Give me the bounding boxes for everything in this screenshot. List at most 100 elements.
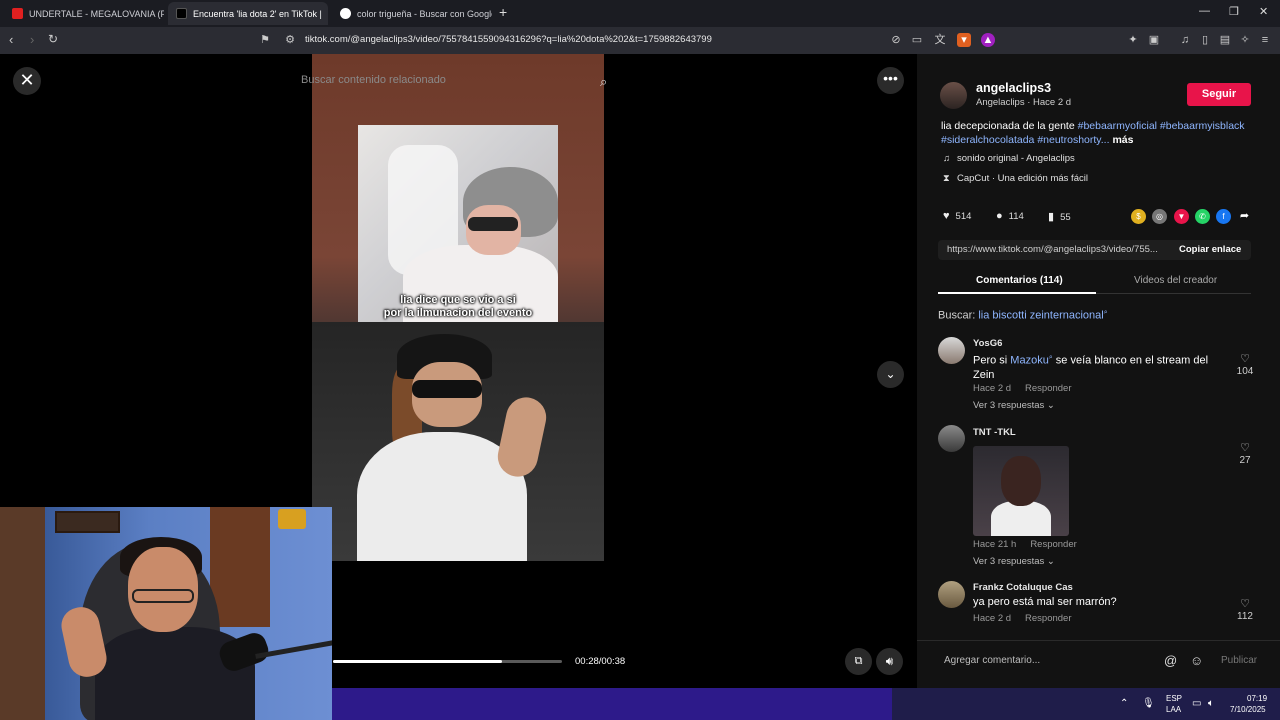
tab-google[interactable]: color trigueña - Buscar con Google <box>332 2 492 25</box>
video-progress-bar[interactable] <box>333 660 562 663</box>
comment-avatar[interactable] <box>938 425 965 452</box>
tab-undertale[interactable]: UNDERTALE - MEGALOVANIA (Pegbc <box>4 2 164 25</box>
hashtag-link[interactable]: #bebaarmyoficial <box>1078 120 1157 132</box>
share-embed-icon[interactable]: ◎ <box>1152 209 1167 224</box>
minimize-button[interactable]: — <box>1199 5 1210 17</box>
wallet-icon[interactable]: ▤ <box>1218 33 1232 47</box>
network-icon[interactable]: ▭ <box>1192 698 1201 709</box>
back-icon[interactable]: ‹ <box>9 32 13 47</box>
author-username[interactable]: angelaclips3 <box>976 81 1051 95</box>
comment-like-button[interactable]: ♡ 112 <box>1233 597 1257 622</box>
share-arrow-icon[interactable]: ➦ <box>1237 209 1252 224</box>
facebook-icon[interactable]: f <box>1216 209 1231 224</box>
comment-stat[interactable]: ● 114 <box>996 210 1024 222</box>
hashtag-link[interactable]: #bebaarmyisblack <box>1160 120 1245 132</box>
comment-avatar[interactable] <box>938 581 965 608</box>
translate-icon[interactable]: 文 <box>933 33 947 47</box>
pip-icon[interactable]: ⧉ <box>845 648 872 675</box>
comment-author[interactable]: TNT -TKL <box>973 427 1016 438</box>
comment-author[interactable]: YosG6 <box>973 338 1002 349</box>
video-subtitle-line2: por la ilmunacion del evento <box>383 307 533 319</box>
ai-icon[interactable]: ✧ <box>1238 33 1252 47</box>
comment-like-button[interactable]: ♡ 27 <box>1233 441 1257 466</box>
search-small-icon: ⌕ <box>1103 309 1108 316</box>
search-icon[interactable]: ⌕ <box>600 74 607 90</box>
close-video-button[interactable]: ✕ <box>13 67 41 95</box>
view-replies-button[interactable]: Ver 3 respuestas ⌄ <box>973 400 1055 411</box>
volume-icon[interactable]: 🔊︎ <box>876 648 903 675</box>
share-send-icon[interactable]: ▼ <box>1174 209 1189 224</box>
next-video-button[interactable]: ⌄ <box>877 361 904 388</box>
tab-tiktok[interactable]: Encuentra 'lia dota 2' en TikTok | ✕ <box>168 2 328 25</box>
view-replies-button[interactable]: Ver 3 respuestas ⌄ <box>973 556 1055 567</box>
sound-row[interactable]: ♫ sonido original - Angelaclips <box>943 153 1075 164</box>
address-bar: ‹ › ↻ ⚑ ⚙ tiktok.com/@angelaclips3/video… <box>0 27 1280 54</box>
tab-title: Encuentra 'lia dota 2' en TikTok | <box>193 8 322 19</box>
reply-button[interactable]: Responder <box>1030 539 1076 550</box>
new-tab-button[interactable]: + <box>499 4 507 20</box>
comment-like-count: 27 <box>1239 455 1251 466</box>
comment-text: ya pero está mal ser marrón? <box>973 596 1117 608</box>
brave-shield-icon[interactable]: ▾ <box>957 33 971 47</box>
comment-input[interactable]: Agregar comentario... <box>944 655 1040 666</box>
url-field[interactable]: tiktok.com/@angelaclips3/video/755784155… <box>305 34 712 45</box>
lang-layout[interactable]: LAA <box>1166 705 1181 714</box>
lang-code[interactable]: ESP <box>1166 694 1182 703</box>
share-coin-icon[interactable]: $ <box>1131 209 1146 224</box>
close-tab-icon[interactable]: ✕ <box>322 7 328 20</box>
post-comment-button[interactable]: Publicar <box>1221 655 1257 666</box>
maximize-button[interactable]: ❐ <box>1229 5 1239 18</box>
bookmark-icon[interactable]: ⚑ <box>258 33 272 47</box>
rewards-icon[interactable]: ▲ <box>981 33 995 47</box>
mention-link[interactable]: Mazoku <box>1010 355 1049 367</box>
search-query-link[interactable]: lia biscotti zeinternacional <box>978 310 1103 322</box>
like-stat[interactable]: ♥ 514 <box>943 210 971 222</box>
tab-comments[interactable]: Comentarios (114) <box>976 275 1063 286</box>
follow-button[interactable]: Seguir <box>1187 83 1251 106</box>
capcut-label: CapCut · Una edición más fácil <box>957 173 1088 184</box>
clock-time[interactable]: 07:19 <box>1247 694 1267 703</box>
webcam-overlay <box>0 507 332 720</box>
mention-icon[interactable]: @ <box>1164 653 1177 668</box>
hashtag-link[interactable]: #neutroshorty... <box>1037 134 1109 146</box>
more-options-button[interactable]: ••• <box>877 67 904 94</box>
tab-creator-videos[interactable]: Videos del creador <box>1134 275 1217 286</box>
site-info-icon[interactable]: ⚙ <box>283 33 297 47</box>
hashtag-link[interactable]: #sideralchocolatada <box>941 134 1034 146</box>
comment-author[interactable]: Frankz Cotaluque Cas <box>973 582 1073 593</box>
video-link[interactable]: https://www.tiktok.com/@angelaclips3/vid… <box>947 244 1158 255</box>
comment-like-count: 112 <box>1237 611 1253 622</box>
whatsapp-icon[interactable]: ✆ <box>1195 209 1210 224</box>
extensions-icon[interactable]: ✦ <box>1126 33 1140 47</box>
save-stat[interactable]: ▮ 55 <box>1048 210 1071 223</box>
screenshot-icon[interactable]: ▣ <box>1147 33 1161 47</box>
capcut-row[interactable]: ⧗ CapCut · Una edición más fácil <box>943 173 1088 184</box>
related-search-input[interactable]: Buscar contenido relacionado <box>301 74 446 86</box>
author-avatar[interactable] <box>940 82 967 109</box>
search-suggestion[interactable]: Buscar: lia biscotti zeinternacional⌕ <box>938 309 1108 322</box>
show-more-link[interactable]: más <box>1112 134 1133 146</box>
reply-button[interactable]: Responder <box>1025 613 1071 624</box>
music-icon[interactable]: ♫ <box>1178 33 1192 47</box>
copy-link-button[interactable]: Copiar enlace <box>1179 244 1241 255</box>
reload-icon[interactable]: ↻ <box>48 32 58 46</box>
microphone-icon[interactable]: 🎙︎ <box>1142 698 1155 709</box>
close-window-button[interactable]: ✕ <box>1259 5 1268 18</box>
video-time: 00:28/00:38 <box>575 656 626 667</box>
author-subline: Angelaclips · Hace 2 d <box>976 97 1072 108</box>
speaker-icon[interactable]: 🔈︎ <box>1208 698 1214 709</box>
capcut-icon: ⧗ <box>943 173 950 184</box>
reply-button[interactable]: Responder <box>1025 383 1071 394</box>
cast-icon[interactable]: ▭ <box>910 33 924 47</box>
comment-like-button[interactable]: ♡ 104 <box>1233 352 1257 377</box>
comment-image[interactable] <box>973 446 1069 536</box>
comment-avatar[interactable] <box>938 337 965 364</box>
no-image-icon[interactable]: ⊘ <box>889 33 903 47</box>
clock-date[interactable]: 7/10/2025 <box>1230 705 1266 714</box>
menu-icon[interactable]: ≡ <box>1258 33 1272 47</box>
emoji-icon[interactable]: ☺ <box>1190 653 1203 668</box>
tray-chevron-icon[interactable]: ⌃ <box>1120 698 1128 709</box>
music-note-icon: ♫ <box>943 153 951 164</box>
sidebar-icon[interactable]: ▯ <box>1198 33 1212 47</box>
forward-icon[interactable]: › <box>30 32 34 47</box>
